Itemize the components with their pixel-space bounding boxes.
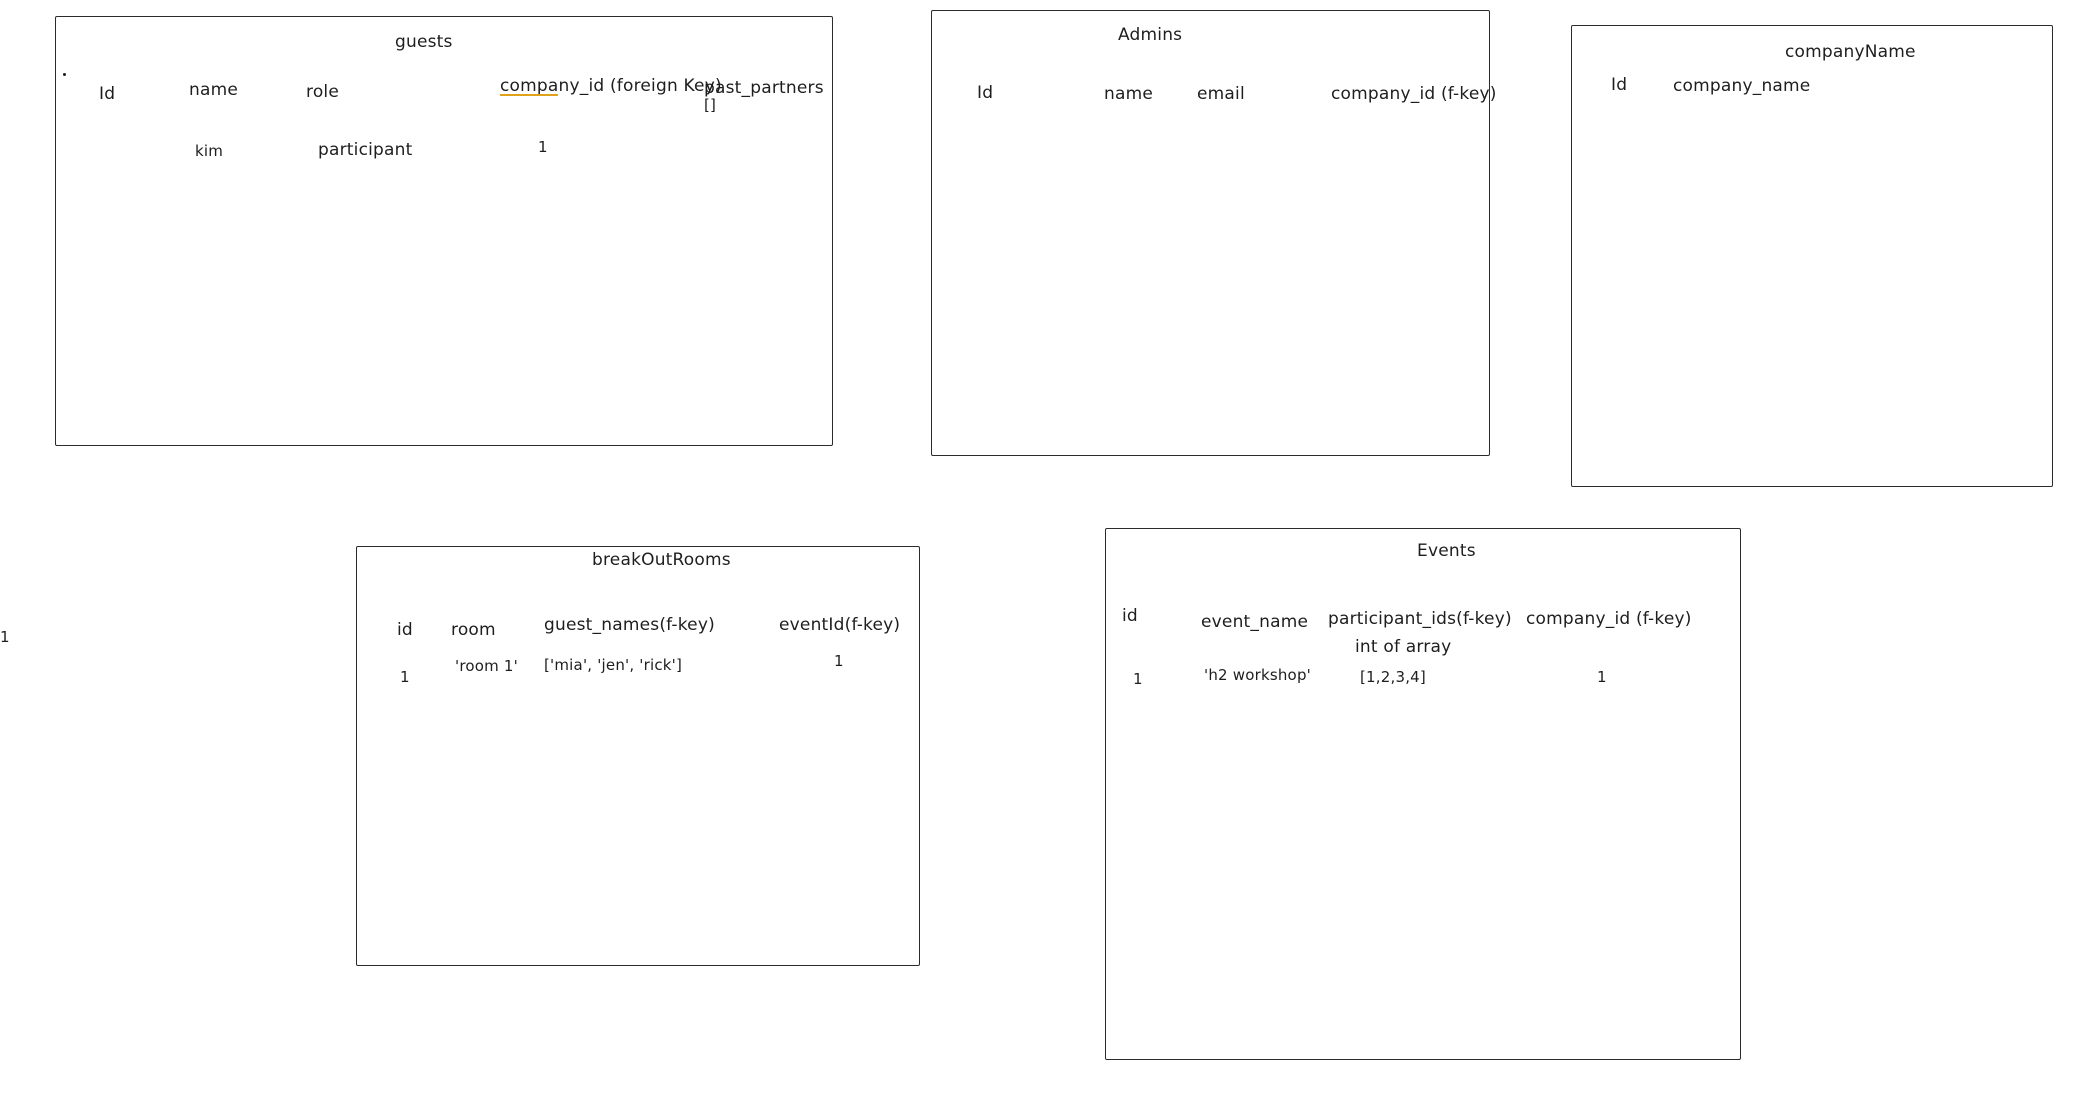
breakout-cell-id: 1 xyxy=(400,668,410,686)
breakout-header-guest-names: guest_names(f-key) xyxy=(544,615,715,635)
stray-number-label: 1 xyxy=(0,628,10,646)
guests-cell-role: participant xyxy=(318,140,413,160)
guests-header-name: name xyxy=(189,80,239,100)
guests-title: guests xyxy=(395,32,453,52)
admins-table[interactable] xyxy=(931,10,1490,456)
events-cell-company-id: 1 xyxy=(1597,668,1607,686)
events-header-id: id xyxy=(1122,606,1138,626)
company-header-company-name: company_name xyxy=(1673,76,1811,96)
events-header-participant-ids: participant_ids(f-key) xyxy=(1328,609,1512,629)
admins-header-company-id: company_id (f-key) xyxy=(1331,84,1497,104)
breakout-title: breakOutRooms xyxy=(592,550,731,570)
guests-header-past-partners: past_partners xyxy=(704,78,824,98)
guests-header-company-id: company_id (foreign Key) xyxy=(500,76,722,96)
guests-cell-company-id: 1 xyxy=(538,138,548,156)
breakout-rooms-table[interactable] xyxy=(356,546,920,966)
guests-cell-name: kim xyxy=(195,142,224,160)
guests-header-past-partners-type: [] xyxy=(704,96,717,114)
events-cell-event-name: 'h2 workshop' xyxy=(1204,666,1311,684)
events-header-event-name: event_name xyxy=(1201,612,1309,632)
admins-header-email: email xyxy=(1197,84,1245,104)
breakout-header-event-id: eventId(f-key) xyxy=(779,615,901,635)
company-header-id: Id xyxy=(1611,75,1628,95)
breakout-cell-event-id: 1 xyxy=(834,652,844,670)
breakout-cell-guest-names: ['mia', 'jen', 'rick'] xyxy=(544,656,683,674)
admins-title: Admins xyxy=(1118,25,1183,45)
company-table[interactable] xyxy=(1571,25,2053,487)
guests-header-role: role xyxy=(306,82,339,102)
events-title: Events xyxy=(1417,541,1476,561)
guests-company-id-underline xyxy=(500,94,558,96)
events-cell-participant-ids: [1,2,3,4] xyxy=(1360,668,1426,686)
events-header-company-id: company_id (f-key) xyxy=(1526,609,1692,629)
whiteboard-canvas[interactable]: guests Id name role company_id (foreign … xyxy=(0,0,2086,1100)
guests-header-id: Id xyxy=(99,84,116,104)
events-table[interactable] xyxy=(1105,528,1741,1060)
admins-header-id: Id xyxy=(977,83,994,103)
admins-header-name: name xyxy=(1104,84,1154,104)
events-cell-id: 1 xyxy=(1133,670,1143,688)
events-header-participant-ids-note: int of array xyxy=(1355,637,1452,657)
company-title: companyName xyxy=(1785,42,1916,62)
guests-dot-mark xyxy=(63,73,66,76)
breakout-header-room: room xyxy=(451,620,496,640)
breakout-cell-room: 'room 1' xyxy=(455,657,518,675)
breakout-header-id: id xyxy=(397,620,413,640)
